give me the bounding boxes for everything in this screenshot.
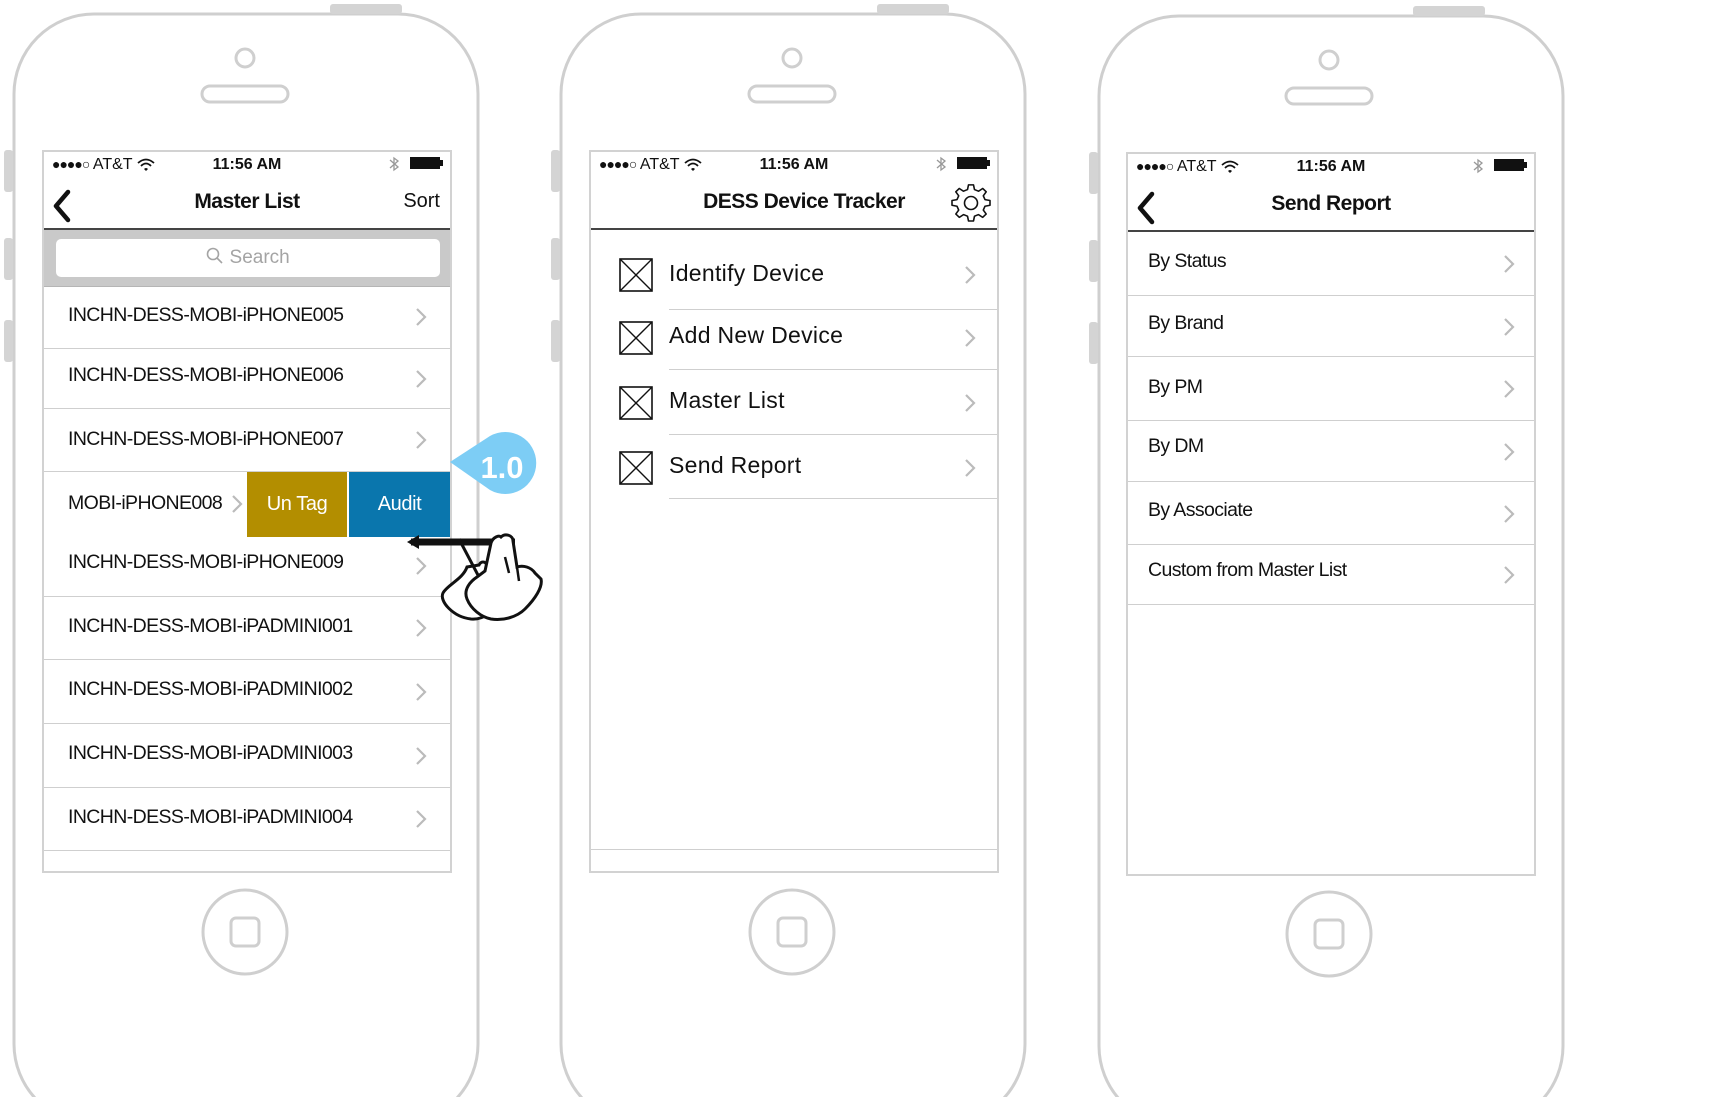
report-option-by-brand[interactable]: By Brand [1128,296,1534,357]
page-title: Master List [194,190,300,213]
bluetooth-icon [1473,158,1483,174]
chevron-right-icon [416,431,427,449]
chevron-right-icon [965,394,976,412]
bluetooth-icon [936,156,946,172]
chevron-right-icon [416,810,427,828]
list-item[interactable]: INCHN-DESS-MOBI-iPADMINI004 [44,788,450,851]
search-placeholder: Search [229,247,290,268]
chevron-right-icon [1504,318,1515,336]
menu-item-master-list[interactable]: Master List [591,370,997,435]
battery-icon [957,157,990,169]
report-option-custom-from-master-list[interactable]: Custom from Master List [1128,545,1534,605]
chevron-right-icon [416,747,427,765]
list-item[interactable]: INCHN-DESS-MOBI-iPADMINI002 [44,660,450,724]
report-option-by-dm[interactable]: By DM [1128,421,1534,482]
report-option-by-status[interactable]: By Status [1128,232,1534,296]
page-title: Send Report [1271,192,1391,215]
chevron-right-icon [416,308,427,326]
list-item-swiped[interactable]: MOBI-iPHONE008 Un Tag Audit [44,472,450,537]
menu-item-add-new-device[interactable]: Add New Device [591,305,997,370]
bluetooth-icon [389,156,399,172]
chevron-right-icon [1504,443,1515,461]
placeholder-image-icon [619,451,653,485]
chevron-right-icon [1504,255,1515,273]
chevron-right-icon [1504,380,1515,398]
screen: ●●●●○ AT&T 11:56 AM DESS Device Tracker … [589,150,999,873]
swipe-left-hand-icon [407,533,543,621]
nav-bar: Master List Sort [44,178,450,230]
menu-item-identify-device[interactable]: Identify Device [591,240,997,310]
placeholder-image-icon [619,258,653,292]
page-title: DESS Device Tracker [703,190,905,213]
list-item[interactable]: INCHN-DESS-MOBI-iPHONE006 [44,349,450,409]
chevron-right-icon [965,459,976,477]
separator [669,498,997,499]
chevron-right-icon [1504,505,1515,523]
report-option-by-associate[interactable]: By Associate [1128,482,1534,545]
report-option-by-pm[interactable]: By PM [1128,357,1534,421]
bottom-divider [591,849,997,850]
battery-icon [410,157,443,169]
status-bar: ●●●●○ AT&T 11:56 AM [591,152,997,178]
search-bar: Search [44,230,450,287]
status-bar: ●●●●○ AT&T 11:56 AM [1128,154,1534,180]
nav-bar: Send Report [1128,180,1534,232]
chevron-right-icon [965,329,976,347]
list-item[interactable]: INCHN-DESS-MOBI-iPHONE007 [44,409,450,472]
chevron-right-icon [1504,566,1515,584]
chevron-right-icon [416,683,427,701]
annotation-label: 1.0 [480,450,524,485]
untag-button[interactable]: Un Tag [247,472,347,537]
list-item[interactable]: INCHN-DESS-MOBI-iPHONE009 [44,537,450,597]
annotation-badge: 1.0 [450,432,540,496]
menu-item-send-report[interactable]: Send Report [591,435,997,499]
chevron-right-icon [232,495,243,513]
gear-icon [951,184,991,222]
list-item[interactable]: INCHN-DESS-MOBI-iPADMINI001 [44,597,450,660]
search-input[interactable]: Search [56,239,440,277]
placeholder-image-icon [619,321,653,355]
chevron-right-icon [416,370,427,388]
battery-icon [1494,159,1527,171]
list-item[interactable]: INCHN-DESS-MOBI-iPHONE005 [44,286,450,349]
placeholder-image-icon [619,386,653,420]
search-icon [206,247,223,264]
screen: ●●●●○ AT&T 11:56 AM [42,150,452,873]
status-bar: ●●●●○ AT&T 11:56 AM [44,152,450,178]
nav-bar: DESS Device Tracker [591,178,997,230]
list-item[interactable]: INCHN-DESS-MOBI-iPADMINI003 [44,724,450,788]
sort-button[interactable]: Sort [403,190,440,213]
chevron-right-icon [965,266,976,284]
settings-button[interactable] [951,184,991,224]
screen: ●●●●○ AT&T 11:56 AM [1126,152,1536,876]
